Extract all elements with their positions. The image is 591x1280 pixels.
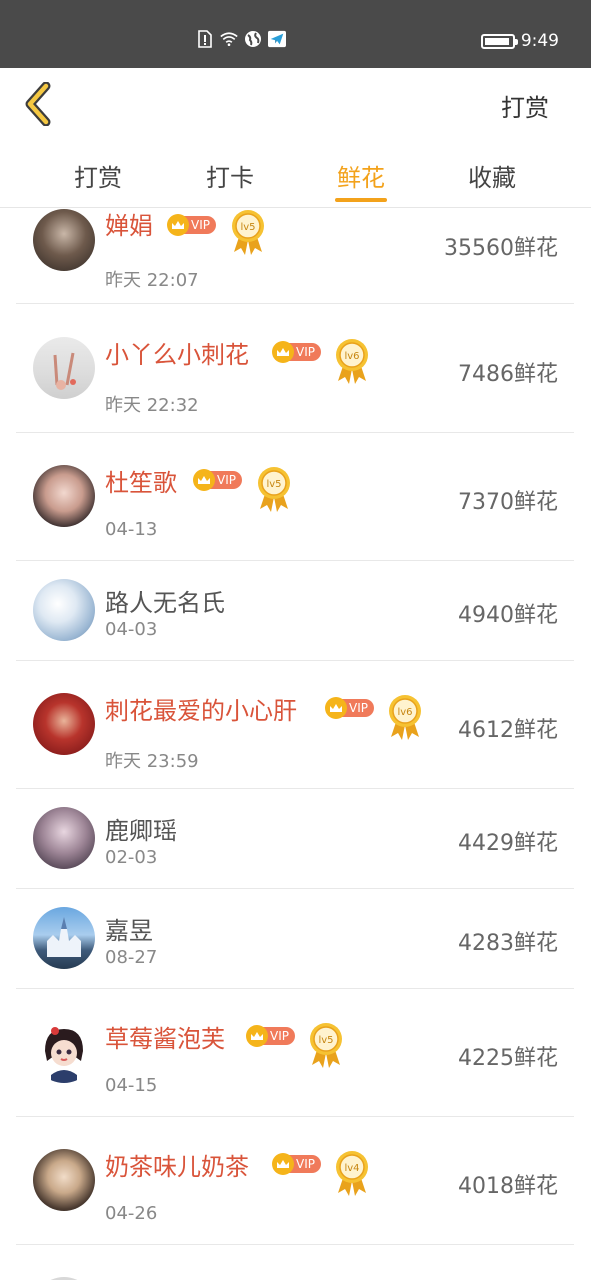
tab-checkin[interactable]: 打卡 bbox=[180, 158, 280, 193]
status-right: 9:49 bbox=[480, 31, 559, 51]
tab-flowers[interactable]: 鲜花 bbox=[311, 158, 411, 193]
chevron-left-icon bbox=[25, 81, 51, 127]
telegram-icon bbox=[268, 30, 286, 48]
crown-icon bbox=[193, 469, 215, 491]
reward-button[interactable]: 打赏 bbox=[501, 88, 549, 123]
user-name[interactable]: 嘉昱 bbox=[105, 911, 153, 946]
active-tab-indicator bbox=[335, 198, 387, 202]
user-name[interactable]: 婵娟 bbox=[105, 208, 153, 241]
list-item[interactable]: 杜笙歌 VIP lv5 04-13 7370鲜花 bbox=[16, 433, 574, 561]
list-item[interactable]: 鹿卿瑶 02-03 4429鲜花 bbox=[16, 789, 574, 889]
level-badge-icon: lv5 bbox=[230, 208, 266, 256]
svg-text:lv6: lv6 bbox=[344, 351, 359, 362]
user-name[interactable]: 草莓酱泡芙 bbox=[105, 1019, 225, 1054]
timestamp: 02-03 bbox=[105, 847, 158, 868]
list-item[interactable]: 刺花最爱的小心肝 VIP lv6 昨天 23:59 4612鲜花 bbox=[16, 661, 574, 789]
user-name[interactable]: 刺花最爱的小心肝 bbox=[105, 691, 297, 726]
timestamp: 昨天 23:59 bbox=[105, 751, 199, 772]
level-badge-icon: lv4 bbox=[334, 1149, 370, 1197]
flower-count: 7486鲜花 bbox=[458, 362, 558, 387]
flower-count: 4612鲜花 bbox=[458, 718, 558, 743]
avatar[interactable] bbox=[33, 579, 95, 641]
level-badge-icon: lv6 bbox=[387, 693, 423, 741]
crown-icon bbox=[167, 214, 189, 236]
tab-bar: 打赏 打卡 鲜花 收藏 bbox=[0, 154, 591, 206]
svg-text:lv5: lv5 bbox=[266, 479, 281, 490]
list-item[interactable]: 奶茶味儿奶茶 VIP lv4 04-26 4018鲜花 bbox=[16, 1117, 574, 1245]
avatar[interactable] bbox=[33, 807, 95, 869]
flower-count: 4225鲜花 bbox=[458, 1046, 558, 1071]
flower-count: 4429鲜花 bbox=[458, 831, 558, 856]
status-time: 9:49 bbox=[520, 31, 559, 51]
timestamp: 昨天 22:07 bbox=[105, 270, 199, 291]
globe-icon bbox=[244, 30, 262, 48]
list-item[interactable]: 路人无名氏 04-03 4940鲜花 bbox=[16, 561, 574, 661]
flower-count: 4940鲜花 bbox=[458, 603, 558, 628]
flower-ranking-list[interactable]: 婵娟 VIP lv5 昨天 22:07 35560鲜花 小丫么小刺花 VIP l… bbox=[0, 208, 591, 1280]
crown-icon bbox=[246, 1025, 268, 1047]
list-item[interactable] bbox=[16, 1245, 574, 1280]
timestamp: 04-13 bbox=[105, 519, 158, 540]
level-badge-icon: lv5 bbox=[256, 465, 292, 513]
list-item[interactable]: 嘉昱 08-27 4283鲜花 bbox=[16, 889, 574, 989]
battery-icon bbox=[480, 33, 518, 49]
crown-icon bbox=[272, 341, 294, 363]
crown-icon bbox=[325, 697, 347, 719]
svg-text:lv5: lv5 bbox=[240, 222, 255, 233]
timestamp: 08-27 bbox=[105, 947, 158, 968]
avatar[interactable] bbox=[33, 907, 95, 969]
back-button[interactable] bbox=[22, 81, 56, 127]
avatar[interactable] bbox=[33, 1021, 95, 1083]
sim-alert-icon bbox=[196, 30, 214, 48]
vip-badge: VIP bbox=[167, 214, 216, 236]
timestamp: 04-26 bbox=[105, 1203, 158, 1224]
avatar[interactable] bbox=[33, 693, 95, 755]
user-name[interactable]: 杜笙歌 bbox=[105, 463, 177, 498]
tab-reward[interactable]: 打赏 bbox=[48, 158, 148, 193]
list-item[interactable]: 婵娟 VIP lv5 昨天 22:07 35560鲜花 bbox=[16, 208, 574, 304]
vip-badge: VIP bbox=[193, 469, 242, 491]
user-name[interactable]: 鹿卿瑶 bbox=[105, 811, 177, 846]
avatar[interactable] bbox=[33, 465, 95, 527]
vip-badge: VIP bbox=[246, 1025, 295, 1047]
flower-count: 7370鲜花 bbox=[458, 490, 558, 515]
vip-badge: VIP bbox=[325, 697, 374, 719]
svg-text:lv4: lv4 bbox=[344, 1163, 359, 1174]
timestamp: 04-15 bbox=[105, 1075, 158, 1096]
timestamp: 04-03 bbox=[105, 619, 158, 640]
vip-badge: VIP bbox=[272, 341, 321, 363]
wifi-icon bbox=[220, 30, 238, 48]
level-badge-icon: lv5 bbox=[308, 1021, 344, 1069]
header: 打赏 打赏 打卡 鲜花 收藏 bbox=[0, 68, 591, 208]
flower-count: 35560鲜花 bbox=[444, 236, 558, 261]
user-name[interactable]: 小丫么小刺花 bbox=[105, 335, 249, 370]
user-name[interactable]: 路人无名氏 bbox=[105, 583, 225, 618]
level-badge-icon: lv6 bbox=[334, 337, 370, 385]
list-item[interactable]: 小丫么小刺花 VIP lv6 昨天 22:32 7486鲜花 bbox=[16, 305, 574, 433]
tab-favorites[interactable]: 收藏 bbox=[442, 158, 542, 193]
status-bar: 9:49 bbox=[0, 0, 591, 68]
timestamp: 昨天 22:32 bbox=[105, 395, 199, 416]
vip-badge: VIP bbox=[272, 1153, 321, 1175]
flower-count: 4018鲜花 bbox=[458, 1174, 558, 1199]
avatar[interactable] bbox=[33, 1149, 95, 1211]
avatar[interactable] bbox=[33, 209, 95, 271]
svg-text:lv6: lv6 bbox=[397, 707, 412, 718]
flower-count: 4283鲜花 bbox=[458, 931, 558, 956]
user-name[interactable]: 奶茶味儿奶茶 bbox=[105, 1147, 249, 1182]
status-icons bbox=[196, 30, 286, 48]
svg-text:lv5: lv5 bbox=[318, 1035, 333, 1046]
crown-icon bbox=[272, 1153, 294, 1175]
list-item[interactable]: 草莓酱泡芙 VIP lv5 04-15 4225鲜花 bbox=[16, 989, 574, 1117]
avatar[interactable] bbox=[33, 337, 95, 399]
